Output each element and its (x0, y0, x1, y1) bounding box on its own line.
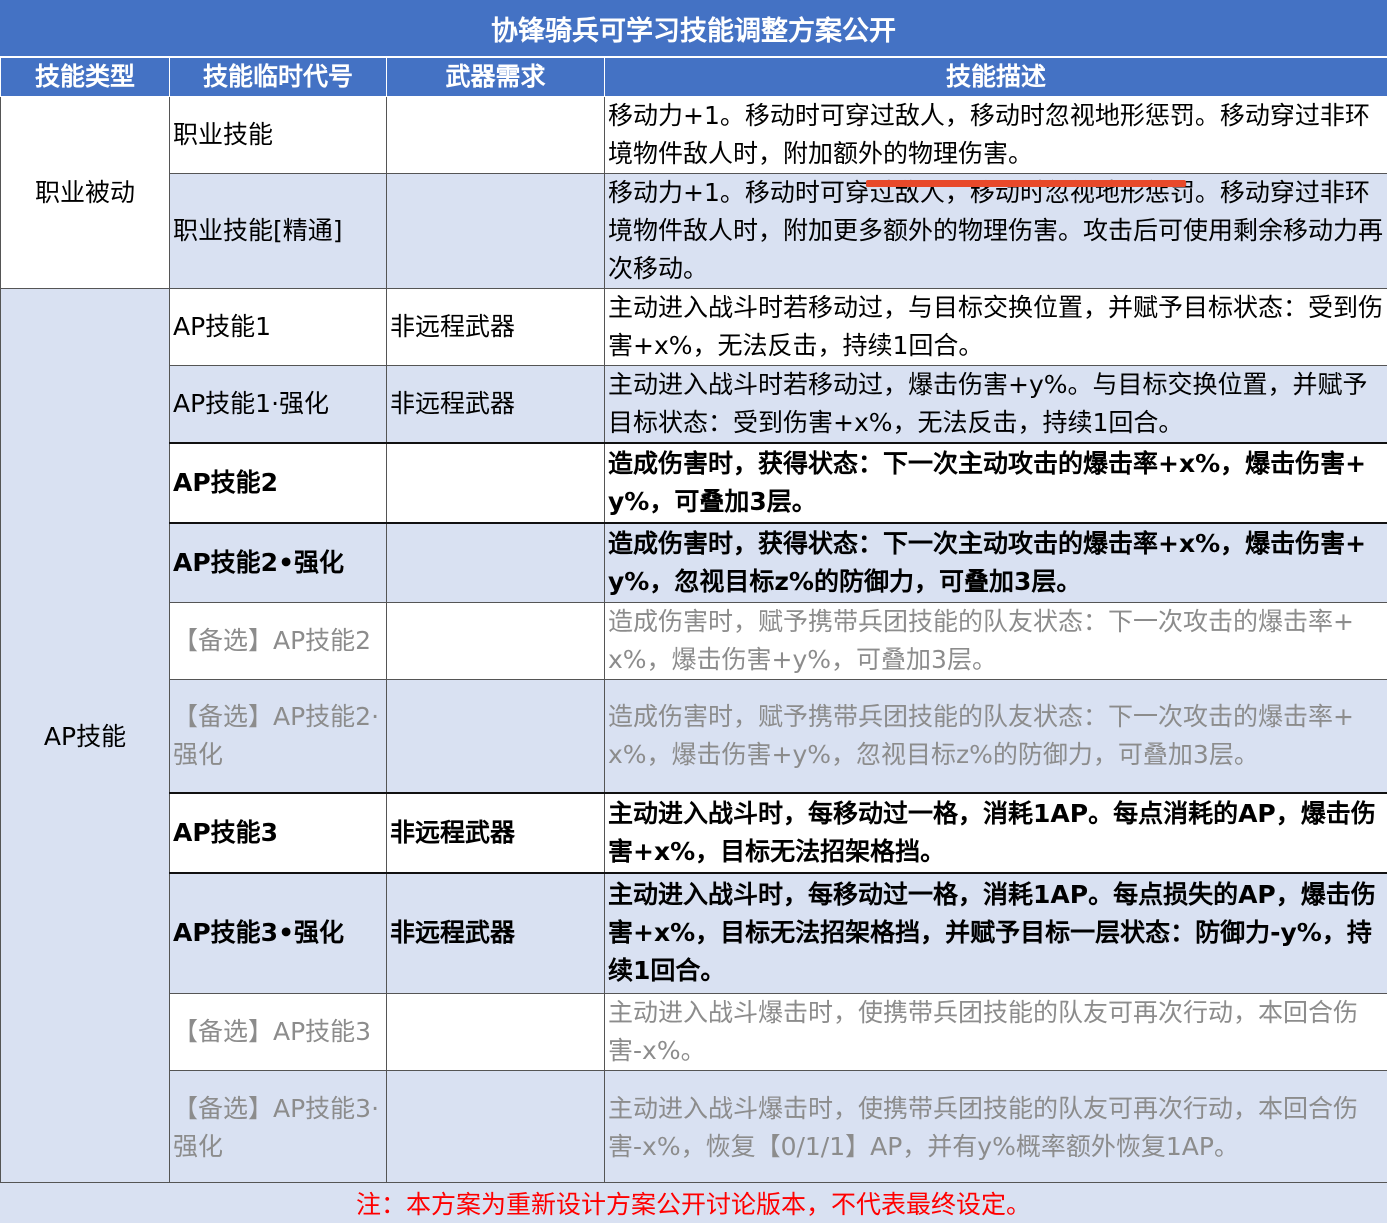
table-row: AP技能2•强化 造成伤害时，获得状态：下一次主动攻击的爆击率+x%，爆击伤害+… (1, 522, 1387, 603)
description-cell[interactable]: 移动力+1。移动时可穿过敌人，移动时忽视地形惩罚。移动穿过非环境物件敌人时，附加… (604, 96, 1387, 174)
description-cell[interactable]: 主动进入战斗时若移动过，爆击伤害+y%。与目标交换位置，并赋予目标状态：受到伤害… (604, 365, 1387, 444)
weapon-cell[interactable]: 非远程武器 (386, 792, 605, 874)
header-description[interactable]: 技能描述 (604, 57, 1387, 97)
header-skill-type[interactable]: 技能类型 (0, 57, 170, 97)
skill-code-cell[interactable]: 【备选】AP技能2·强化 (169, 678, 387, 794)
skill-code-cell[interactable]: AP技能3 (169, 792, 387, 874)
skill-code-cell[interactable]: AP技能2•强化 (169, 522, 387, 603)
weapon-cell[interactable] (386, 992, 605, 1071)
spreadsheet: 协锋骑兵可学习技能调整方案公开 技能类型 技能临时代号 武器需求 技能描述 职业… (0, 0, 1387, 1223)
weapon-cell[interactable] (386, 678, 605, 794)
weapon-cell[interactable] (386, 1069, 605, 1186)
description-cell[interactable]: 造成伤害时，赋予携带兵团技能的队友状态：下一次攻击的爆击率+x%，爆击伤害+y%… (604, 601, 1387, 680)
skill-code-cell[interactable]: 职业技能 (169, 96, 387, 174)
header-skill-code[interactable]: 技能临时代号 (169, 57, 387, 97)
description-cell[interactable]: 主动进入战斗爆击时，使携带兵团技能的队友可再次行动，本回合伤害-x%。 (604, 992, 1387, 1071)
skill-code-cell[interactable]: 【备选】AP技能2 (169, 601, 387, 680)
description-cell[interactable]: 主动进入战斗时若移动过，与目标交换位置，并赋予目标状态：受到伤害+x%，无法反击… (604, 288, 1387, 366)
weapon-cell[interactable] (386, 601, 605, 680)
weapon-cell[interactable] (386, 173, 605, 289)
description-cell[interactable]: 主动进入战斗时，每移动过一格，消耗1AP。每点损失的AP，爆击伤害+x%，目标无… (604, 872, 1387, 994)
skill-code-cell[interactable]: AP技能1·强化 (169, 365, 387, 444)
weapon-cell[interactable]: 非远程武器 (386, 872, 605, 994)
description-cell[interactable]: 主动进入战斗爆击时，使携带兵团技能的队友可再次行动，本回合伤害-x%，恢复【0/… (604, 1069, 1387, 1186)
weapon-cell[interactable]: 非远程武器 (386, 288, 605, 366)
skills-table: 技能类型 技能临时代号 武器需求 技能描述 职业被动 职业技能 移动力+1。移动… (0, 57, 1387, 1186)
skill-code-cell[interactable]: AP技能2 (169, 442, 387, 524)
table-row: 职业被动 职业技能 移动力+1。移动时可穿过敌人，移动时忽视地形惩罚。移动穿过非… (0, 96, 1387, 289)
table-row: 【备选】AP技能2·强化 造成伤害时，赋予携带兵团技能的队友状态：下一次攻击的爆… (1, 678, 1387, 794)
table-row: AP技能3•强化 非远程武器 主动进入战斗时，每移动过一格，消耗1AP。每点损失… (1, 872, 1387, 994)
table-row: AP技能2 造成伤害时，获得状态：下一次主动攻击的爆击率+x%，爆击伤害+y%，… (1, 442, 1387, 524)
table-row: 职业技能[精通] 移动力+1。移动时可穿过敌人，移动时忽视地形惩罚。移动穿过非环… (1, 173, 1387, 289)
annotation-underline (866, 180, 1186, 187)
description-cell[interactable]: 主动进入战斗时，每移动过一格，消耗1AP。每点消耗的AP，爆击伤害+x%，目标无… (604, 792, 1387, 874)
weapon-cell[interactable] (386, 442, 605, 524)
header-weapon[interactable]: 武器需求 (386, 57, 605, 97)
description-cell[interactable]: 造成伤害时，赋予携带兵团技能的队友状态：下一次攻击的爆击率+x%，爆击伤害+y%… (604, 678, 1387, 794)
footnote: 注：本方案为重新设计方案公开讨论版本，不代表最终设定。 (0, 1182, 1387, 1223)
weapon-cell[interactable] (386, 522, 605, 603)
header-row: 技能类型 技能临时代号 武器需求 技能描述 (0, 57, 1387, 97)
skill-code-cell[interactable]: 【备选】AP技能3 (169, 992, 387, 1071)
weapon-cell[interactable]: 非远程武器 (386, 365, 605, 444)
description-cell[interactable]: 移动力+1。移动时可穿过敌人，移动时忽视地形惩罚。移动穿过非环境物件敌人时，附加… (604, 173, 1387, 289)
table-row: AP技能 AP技能1 非远程武器 主动进入战斗时若移动过，与目标交换位置，并赋予… (0, 288, 1387, 1186)
skill-type-cell[interactable]: 职业被动 (0, 96, 170, 289)
description-cell[interactable]: 造成伤害时，获得状态：下一次主动攻击的爆击率+x%，爆击伤害+y%，忽视目标z%… (604, 522, 1387, 603)
skill-type-cell[interactable]: AP技能 (0, 288, 170, 1186)
skill-code-cell[interactable]: AP技能3•强化 (169, 872, 387, 994)
table-row: 【备选】AP技能2 造成伤害时，赋予携带兵团技能的队友状态：下一次攻击的爆击率+… (1, 601, 1387, 680)
skill-code-cell[interactable]: 【备选】AP技能3·强化 (169, 1069, 387, 1186)
table-row: 【备选】AP技能3·强化 主动进入战斗爆击时，使携带兵团技能的队友可再次行动，本… (1, 1069, 1387, 1186)
weapon-cell[interactable] (386, 96, 605, 174)
description-cell[interactable]: 造成伤害时，获得状态：下一次主动攻击的爆击率+x%，爆击伤害+y%，可叠加3层。 (604, 442, 1387, 524)
sheet-title: 协锋骑兵可学习技能调整方案公开 (0, 0, 1387, 57)
table-row: AP技能1·强化 非远程武器 主动进入战斗时若移动过，爆击伤害+y%。与目标交换… (1, 365, 1387, 444)
skill-code-cell[interactable]: 职业技能[精通] (169, 173, 387, 289)
skill-code-cell[interactable]: AP技能1 (169, 288, 387, 366)
table-row: 【备选】AP技能3 主动进入战斗爆击时，使携带兵团技能的队友可再次行动，本回合伤… (1, 992, 1387, 1071)
table-row: AP技能3 非远程武器 主动进入战斗时，每移动过一格，消耗1AP。每点消耗的AP… (1, 792, 1387, 874)
